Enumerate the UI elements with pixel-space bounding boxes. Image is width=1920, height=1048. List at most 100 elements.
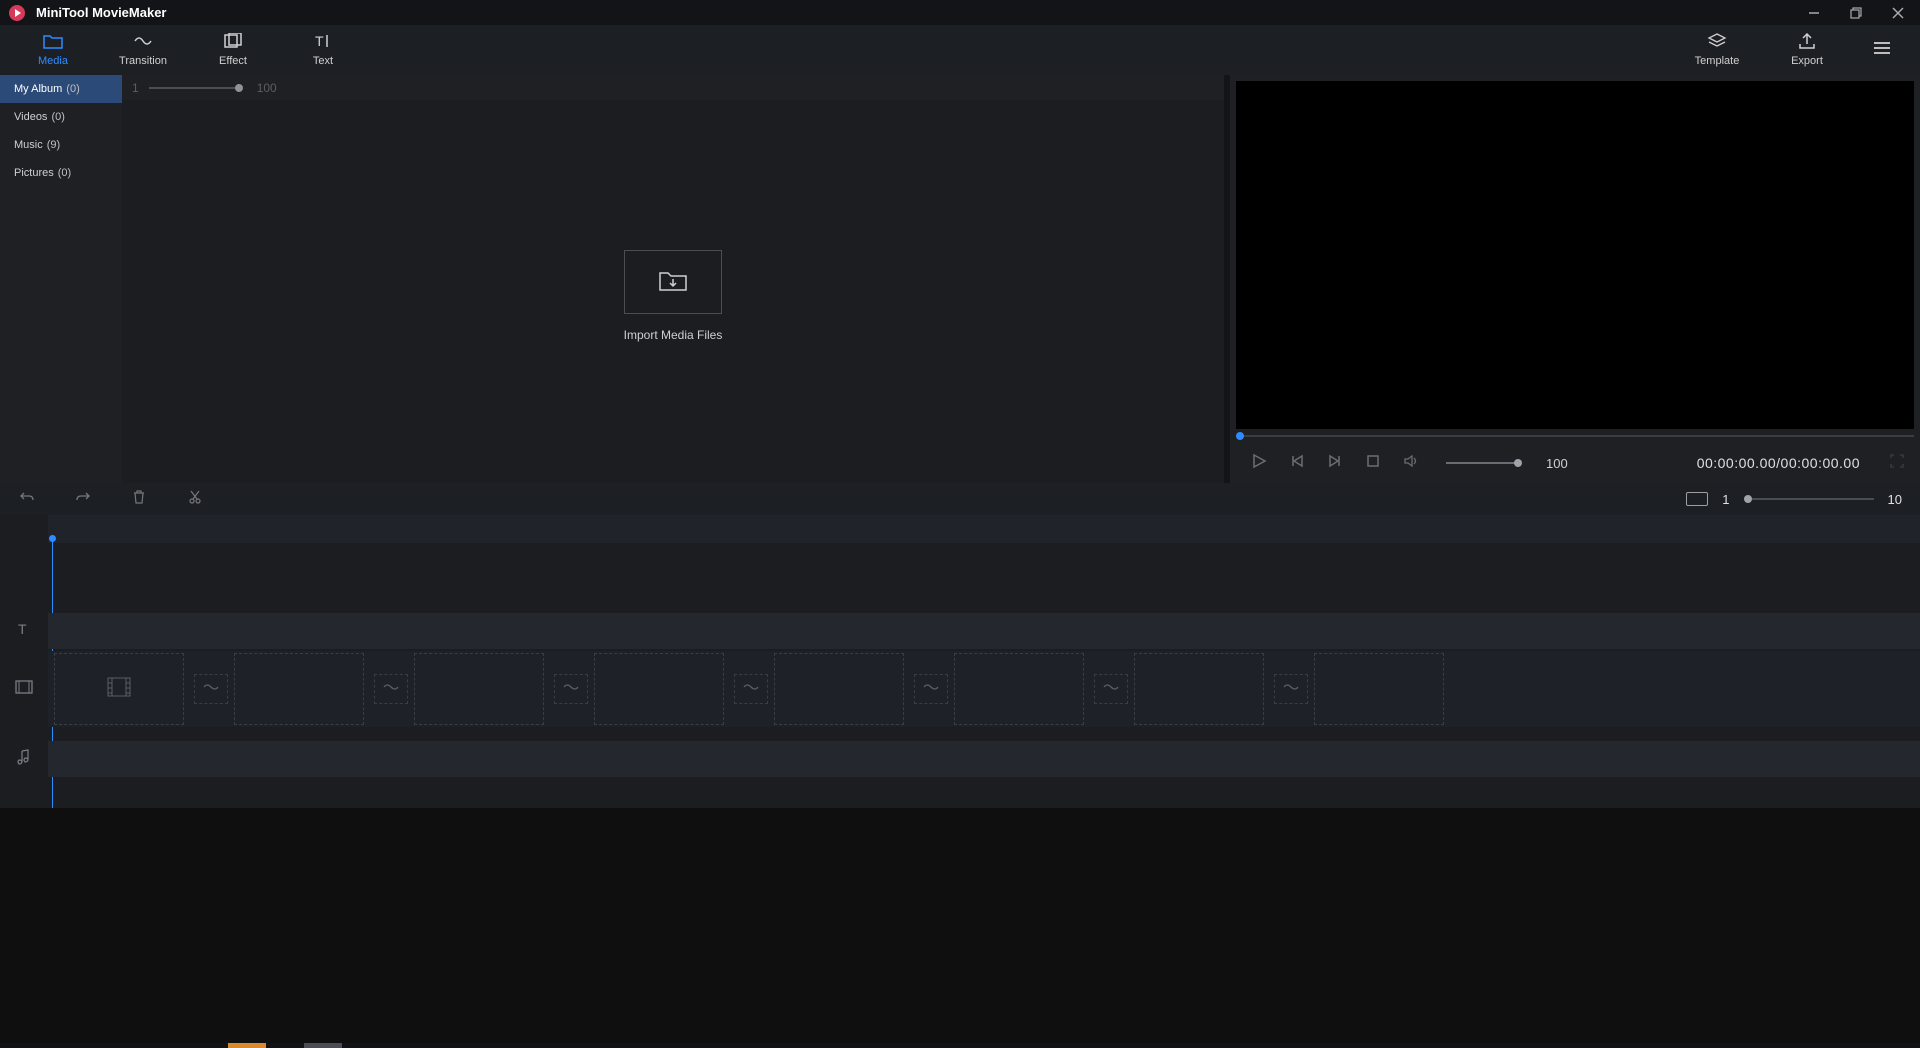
transition-placeholder[interactable] bbox=[1094, 674, 1128, 704]
filmstrip-icon bbox=[106, 676, 132, 703]
stop-icon bbox=[1366, 454, 1380, 473]
minimize-button[interactable] bbox=[1800, 1, 1828, 25]
preview-panel: 100 00:00:00.00/00:00:00.00 bbox=[1230, 75, 1920, 483]
close-button[interactable] bbox=[1884, 1, 1912, 25]
svg-text:T: T bbox=[18, 621, 27, 637]
sidebar-item-label: Music bbox=[14, 139, 43, 151]
video-track-header[interactable] bbox=[0, 651, 48, 727]
transition-placeholder[interactable] bbox=[554, 674, 588, 704]
stop-button[interactable] bbox=[1364, 454, 1382, 472]
undo-button[interactable] bbox=[18, 490, 36, 508]
undo-icon bbox=[19, 490, 35, 509]
transition-slot-icon bbox=[202, 680, 220, 698]
audio-track[interactable] bbox=[48, 741, 1920, 777]
folder-icon bbox=[43, 33, 63, 52]
app-logo-icon bbox=[8, 4, 26, 22]
transition-placeholder[interactable] bbox=[194, 674, 228, 704]
tab-transition[interactable]: Transition bbox=[98, 25, 188, 75]
top-navigation: Media Transition Effect T Text Template … bbox=[0, 25, 1920, 75]
video-clip-placeholder[interactable] bbox=[1134, 653, 1264, 725]
transition-placeholder[interactable] bbox=[1274, 674, 1308, 704]
template-icon bbox=[1707, 33, 1727, 52]
sidebar-item-count: (9) bbox=[47, 139, 60, 151]
export-icon bbox=[1797, 33, 1817, 52]
play-button[interactable] bbox=[1250, 454, 1268, 472]
transition-slot-icon bbox=[562, 680, 580, 698]
volume-value: 100 bbox=[1546, 456, 1568, 471]
prev-frame-icon bbox=[1290, 454, 1304, 473]
volume-slider[interactable] bbox=[1446, 462, 1518, 464]
video-clip-placeholder[interactable] bbox=[54, 653, 184, 725]
video-clip-placeholder[interactable] bbox=[774, 653, 904, 725]
timeline-toolbar: 1 10 bbox=[0, 483, 1920, 515]
hamburger-icon bbox=[1872, 41, 1892, 60]
sidebar-item-label: Pictures bbox=[14, 167, 54, 179]
next-frame-button[interactable] bbox=[1326, 454, 1344, 472]
transition-slot-icon bbox=[1102, 680, 1120, 698]
tab-text[interactable]: T Text bbox=[278, 25, 368, 75]
media-sidebar: My Album (0) Videos (0) Music (9) Pictur… bbox=[0, 75, 122, 483]
import-media-button[interactable]: Import Media Files bbox=[624, 250, 723, 342]
redo-icon bbox=[75, 490, 91, 509]
sidebar-item-count: (0) bbox=[66, 83, 79, 95]
next-frame-icon bbox=[1328, 454, 1342, 473]
prev-frame-button[interactable] bbox=[1288, 454, 1306, 472]
preview-scrubber[interactable] bbox=[1236, 429, 1914, 443]
video-clip-placeholder[interactable] bbox=[1314, 653, 1444, 725]
transition-icon bbox=[133, 33, 153, 52]
video-track[interactable] bbox=[48, 651, 1920, 727]
text-track[interactable] bbox=[48, 613, 1920, 649]
preview-viewport bbox=[1236, 81, 1914, 429]
sidebar-item-count: (0) bbox=[51, 111, 64, 123]
split-button[interactable] bbox=[186, 490, 204, 508]
menu-button[interactable] bbox=[1852, 25, 1912, 75]
folder-download-icon bbox=[658, 268, 688, 297]
thumb-size-slider[interactable] bbox=[149, 87, 239, 89]
sidebar-item-pictures[interactable]: Pictures (0) bbox=[0, 159, 122, 187]
transition-slot-icon bbox=[1282, 680, 1300, 698]
tab-label: Media bbox=[38, 55, 68, 67]
template-button[interactable]: Template bbox=[1672, 25, 1762, 75]
audio-track-header[interactable] bbox=[0, 741, 48, 777]
maximize-button[interactable] bbox=[1842, 1, 1870, 25]
sidebar-item-videos[interactable]: Videos (0) bbox=[0, 103, 122, 131]
transition-placeholder[interactable] bbox=[374, 674, 408, 704]
redo-button[interactable] bbox=[74, 490, 92, 508]
sidebar-item-music[interactable]: Music (9) bbox=[0, 131, 122, 159]
os-taskbar-strip bbox=[0, 1043, 1920, 1048]
delete-button[interactable] bbox=[130, 490, 148, 508]
tab-label: Text bbox=[313, 55, 333, 67]
thumb-size-min: 1 bbox=[132, 81, 139, 95]
text-track-header[interactable]: T bbox=[0, 613, 48, 649]
sidebar-item-count: (0) bbox=[58, 167, 71, 179]
tab-label: Transition bbox=[119, 55, 167, 67]
sidebar-item-label: Videos bbox=[14, 111, 47, 123]
video-clip-placeholder[interactable] bbox=[234, 653, 364, 725]
transition-placeholder[interactable] bbox=[734, 674, 768, 704]
timeline-ruler[interactable] bbox=[48, 515, 1920, 543]
zoom-min: 1 bbox=[1722, 492, 1729, 507]
fullscreen-icon bbox=[1890, 455, 1904, 472]
media-thumbnail-size-toolbar: 1 100 bbox=[122, 75, 1224, 100]
transition-slot-icon bbox=[742, 680, 760, 698]
tab-label: Effect bbox=[219, 55, 247, 67]
timeline: T bbox=[0, 515, 1920, 808]
tab-media[interactable]: Media bbox=[8, 25, 98, 75]
speaker-icon bbox=[1403, 454, 1419, 473]
export-button[interactable]: Export bbox=[1762, 25, 1852, 75]
sidebar-item-my-album[interactable]: My Album (0) bbox=[0, 75, 122, 103]
video-clip-placeholder[interactable] bbox=[954, 653, 1084, 725]
video-clip-placeholder[interactable] bbox=[594, 653, 724, 725]
scissors-icon bbox=[188, 489, 202, 510]
svg-text:T: T bbox=[315, 33, 324, 49]
mute-button[interactable] bbox=[1402, 454, 1420, 472]
video-clip-placeholder[interactable] bbox=[414, 653, 544, 725]
tab-effect[interactable]: Effect bbox=[188, 25, 278, 75]
timeline-zoom-slider[interactable] bbox=[1744, 498, 1874, 500]
transition-placeholder[interactable] bbox=[914, 674, 948, 704]
audio-track-icon bbox=[16, 748, 32, 771]
text-track-icon: T bbox=[15, 620, 33, 643]
fit-to-screen-button[interactable] bbox=[1686, 492, 1708, 506]
fullscreen-button[interactable] bbox=[1890, 454, 1904, 473]
media-panel: 1 100 Import Media Files bbox=[122, 75, 1224, 483]
